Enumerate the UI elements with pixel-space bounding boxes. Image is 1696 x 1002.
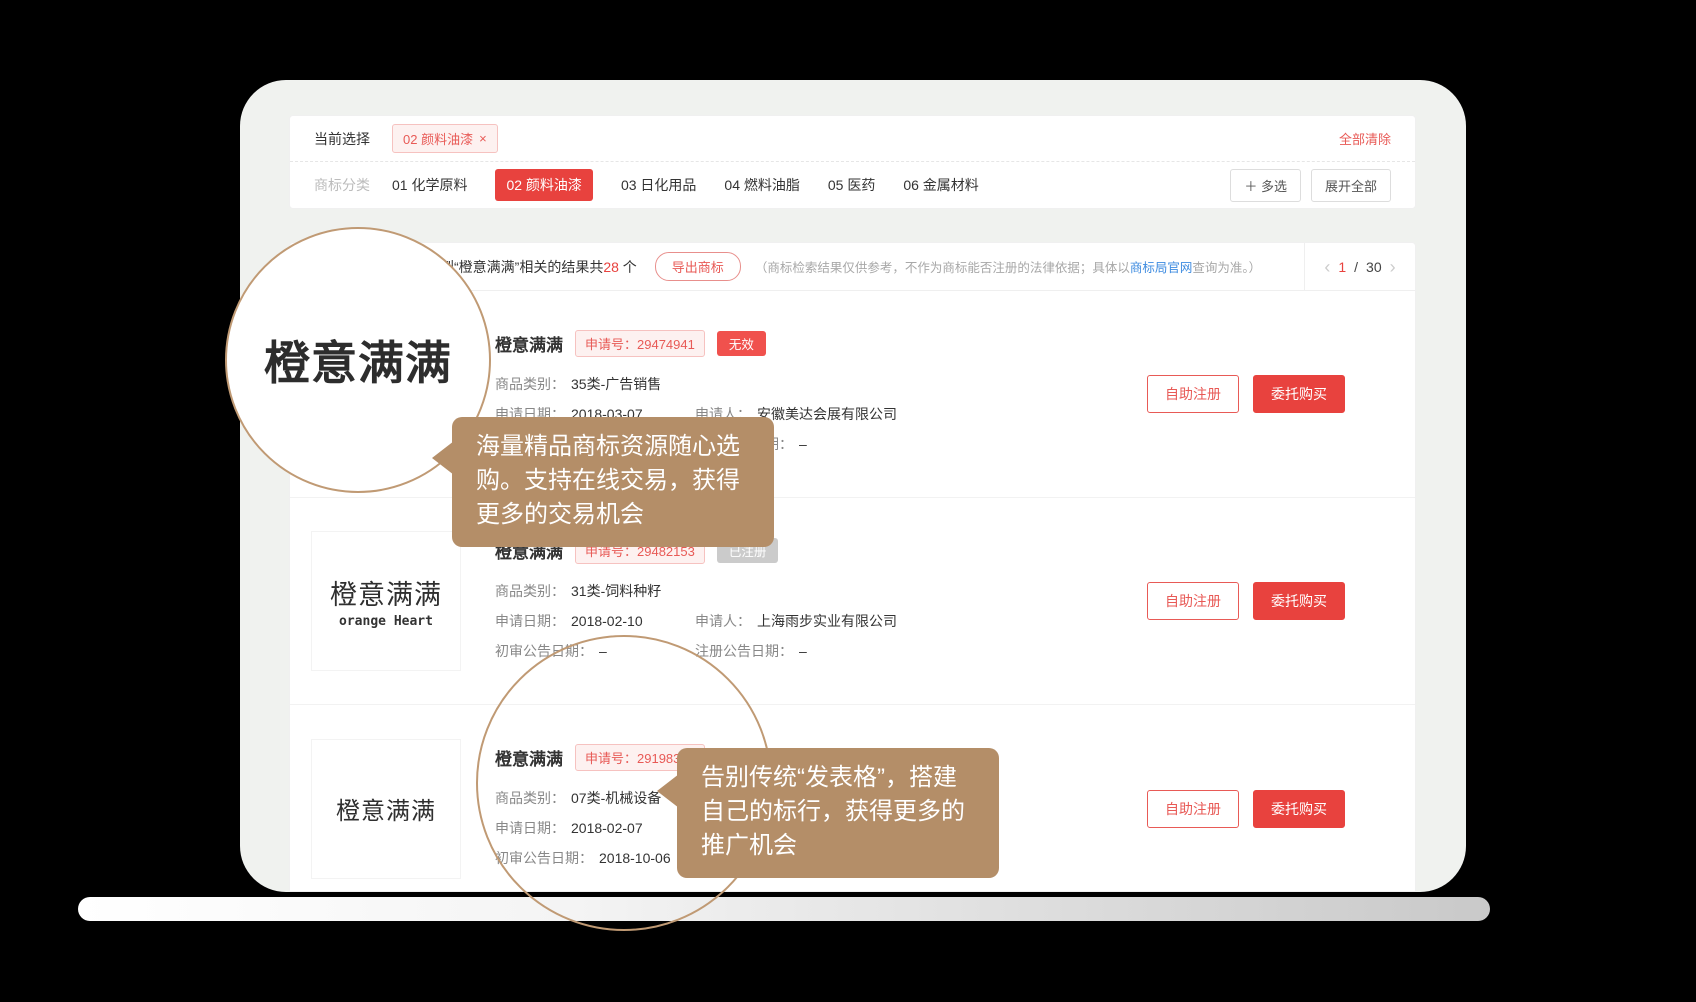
magnified-trademark-text: 橙意满满	[264, 327, 452, 393]
tooltip-line: 自己的标行，获得更多的	[701, 795, 981, 829]
results-unit: 个	[619, 259, 637, 275]
tooltip-marketplace: 海量精品商标资源随心选 购。支持在线交易，获得 更多的交易机会	[452, 417, 774, 547]
selected-filter-chip-label: 02 颜料油漆	[403, 129, 473, 148]
tooltip-arrow-left-icon	[432, 441, 454, 475]
entrust-buy-button[interactable]: 委托购买	[1253, 582, 1345, 620]
selected-filter-chip[interactable]: 02 颜料油漆 ×	[392, 124, 498, 153]
laptop-base-bar	[78, 897, 1490, 921]
multi-select-button[interactable]: ＋ 多选	[1230, 169, 1301, 202]
apply-date-label: 申请日期：	[495, 613, 565, 629]
category-value: 35类-广告销售	[571, 376, 661, 392]
disclaimer-after-link: 查询为准。）	[1192, 261, 1261, 275]
category-row-label: 商标分类	[314, 175, 370, 195]
trademark-name: 橙意满满	[495, 331, 563, 356]
current-page: 1	[1338, 259, 1346, 275]
total-pages: 30	[1366, 259, 1382, 275]
page-separator: /	[1354, 259, 1358, 275]
reg-pub-value: –	[799, 436, 807, 452]
application-number-tag: 申请号：29474941	[575, 330, 705, 357]
trademark-thumbnail-2[interactable]: 橙意满满 orange Heart	[311, 531, 461, 671]
thumbnail-text: 橙意满满	[336, 791, 436, 826]
category-label: 商品类别：	[495, 376, 565, 392]
apply-date-value: 2018-02-10	[571, 613, 643, 629]
tooltip-line: 购。支持在线交易，获得	[476, 464, 756, 498]
category-tab-06[interactable]: 06 金属材料	[903, 175, 978, 195]
current-selection-label: 当前选择	[314, 129, 370, 149]
tooltip-promotion: 告别传统“发表格”，搭建 自己的标行，获得更多的 推广机会	[677, 748, 999, 878]
tooltip-line: 海量精品商标资源随心选	[476, 430, 756, 464]
current-selection-row: 当前选择 02 颜料油漆 × 全部清除	[290, 116, 1415, 162]
results-count: 28	[603, 259, 619, 275]
next-page-icon[interactable]: ›	[1390, 258, 1396, 276]
clear-all-button[interactable]: 全部清除	[1339, 129, 1391, 148]
applicant-label: 申请人：	[695, 613, 751, 629]
category-tab-04[interactable]: 04 燃料油脂	[724, 175, 799, 195]
thumbnail-subtext: orange Heart	[339, 614, 433, 629]
self-register-button[interactable]: 自助注册	[1147, 790, 1239, 828]
category-tab-02-selected[interactable]: 02 颜料油漆	[495, 169, 592, 201]
self-register-button[interactable]: 自助注册	[1147, 375, 1239, 413]
applicant-value: 上海雨步实业有限公司	[757, 613, 897, 629]
export-trademarks-button[interactable]: 导出商标	[655, 252, 741, 281]
self-register-button[interactable]: 自助注册	[1147, 582, 1239, 620]
tooltip-line: 更多的交易机会	[476, 498, 756, 532]
expand-all-button[interactable]: 展开全部	[1311, 169, 1391, 202]
applicant-value: 安徽美达会展有限公司	[757, 406, 897, 422]
category-tabs: 01 化学原料 02 颜料油漆 03 日化用品 04 燃料油脂 05 医药 06…	[392, 169, 979, 201]
disclaimer-text: （商标检索结果仅供参考，不作为商标能否注册的法律依据；具体以商标局官网查询为准。…	[755, 257, 1261, 276]
category-tab-01[interactable]: 01 化学原料	[392, 175, 467, 195]
tooltip-line: 推广机会	[701, 829, 981, 863]
tooltip-line: 告别传统“发表格”，搭建	[701, 761, 981, 795]
reg-pub-label: 注册公告日期：	[695, 643, 793, 659]
entrust-buy-button[interactable]: 委托购买	[1253, 375, 1345, 413]
remove-filter-icon[interactable]: ×	[479, 131, 487, 146]
application-number-label: 申请号：	[585, 337, 637, 352]
filter-card: 当前选择 02 颜料油漆 × 全部清除 商标分类 01 化学原料 02 颜料油漆…	[289, 115, 1416, 209]
trademark-office-link[interactable]: 商标局官网	[1130, 261, 1193, 275]
entrust-buy-button[interactable]: 委托购买	[1253, 790, 1345, 828]
status-badge-invalid: 无效	[717, 331, 766, 356]
disclaimer-before-link: （商标检索结果仅供参考，不作为商标能否注册的法律依据；具体以	[755, 261, 1130, 275]
category-tab-05[interactable]: 05 医药	[828, 175, 875, 195]
category-tab-03[interactable]: 03 日化用品	[621, 175, 696, 195]
category-value: 31类-饲料种籽	[571, 583, 661, 599]
trademark-thumbnail-3[interactable]: 橙意满满	[311, 739, 461, 879]
category-label: 商品类别：	[495, 583, 565, 599]
application-number-value: 29474941	[637, 337, 695, 352]
category-row: 商标分类 01 化学原料 02 颜料油漆 03 日化用品 04 燃料油脂 05 …	[290, 162, 1415, 208]
prev-page-icon[interactable]: ‹	[1324, 258, 1330, 276]
thumbnail-text: 橙意满满	[330, 573, 442, 612]
pagination: ‹ 1 / 30 ›	[1304, 243, 1415, 290]
tooltip-arrow-left-icon	[657, 774, 679, 808]
reg-pub-value: –	[799, 643, 807, 659]
